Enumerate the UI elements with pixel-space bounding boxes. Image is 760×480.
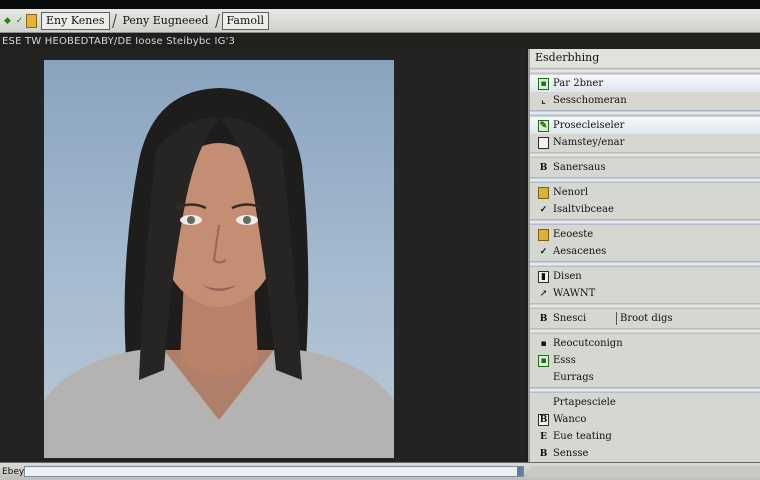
panel-divider <box>530 328 760 334</box>
tab-2[interactable]: Famoll <box>221 11 270 30</box>
top-strip <box>0 0 760 9</box>
panel-divider <box>530 68 760 74</box>
layers-panel: Esderbhing ▪ Par 2bner ⌞ Sesschomeran ✎ Pro… <box>528 49 760 462</box>
panel-row[interactable]: ▪ Reocutconign <box>530 335 760 352</box>
row-label: Sensse <box>553 448 589 459</box>
layer-icon: B <box>538 413 549 426</box>
row-label: Namstey/enar <box>553 137 625 148</box>
panel-row[interactable]: Eurrags <box>530 369 760 386</box>
panel-row[interactable]: ▪ Esss <box>530 352 760 369</box>
folder-icon: ▮ <box>538 270 549 283</box>
layer-icon <box>538 186 549 199</box>
panel-row[interactable]: B Snesci Broot digs <box>530 310 760 327</box>
layer-icon <box>538 397 549 409</box>
panel-row[interactable]: ⌞ Sesschomeran <box>530 92 760 109</box>
row-label: Reocutconign <box>553 338 623 349</box>
layer-icon: ▪ <box>538 354 549 367</box>
layer-icon <box>538 372 549 384</box>
check-icon: ✓ <box>539 204 548 215</box>
tab-2-label: Famoll <box>226 14 265 27</box>
tab-0[interactable]: Eny Kenes <box>41 11 110 30</box>
panel-row[interactable]: E Eue teating <box>530 428 760 445</box>
layer-icon <box>538 228 549 241</box>
panel-divider <box>530 387 760 393</box>
layer-icon: ▪ <box>540 338 547 349</box>
row-label: Sesschomeran <box>553 95 627 106</box>
row-label: WAWNT <box>553 288 596 299</box>
status-text: Ebey <box>2 466 25 477</box>
tab-divider <box>111 13 117 28</box>
portrait-illustration <box>44 88 394 458</box>
panel-row[interactable]: Eeoeste <box>530 226 760 243</box>
row-label: Eurrags <box>553 372 594 383</box>
panel-divider <box>530 303 760 309</box>
layer-icon: B <box>539 313 548 324</box>
tool-icon: ⌞ <box>541 95 546 106</box>
app-icons: ◆ ✓ <box>2 12 37 30</box>
row-label: Prtapesciele <box>553 397 616 408</box>
panel-divider <box>530 110 760 116</box>
panel-row[interactable]: ▮ Disen <box>530 268 760 285</box>
validate-icon[interactable]: ✓ <box>14 14 25 28</box>
panel-divider <box>530 261 760 267</box>
row-label: Prosecleiseler <box>553 120 625 131</box>
tab-divider <box>214 13 220 28</box>
tab-1[interactable]: Peny Eugneeed <box>119 12 213 30</box>
portrait-photo[interactable] <box>44 60 394 458</box>
row-label: Isaltvibceae <box>553 204 614 215</box>
panel-row[interactable]: ↗ WAWNT <box>530 285 760 302</box>
panel-divider <box>530 152 760 158</box>
image-editor-window: ◆ ✓ Eny Kenes Peny Eugneeed Famoll ESE T… <box>0 0 760 480</box>
panel-row[interactable]: B Sanersaus <box>530 159 760 176</box>
layer-icon: B <box>539 448 548 459</box>
panel-row[interactable]: Namstey/enar <box>530 134 760 151</box>
row-label: Snesci <box>553 313 587 324</box>
arrow-icon: ↗ <box>539 288 548 299</box>
panel-row[interactable]: Prtapesciele <box>530 394 760 411</box>
row-label: Nenorl <box>553 187 589 198</box>
layer-icon: ▪ <box>538 77 549 90</box>
layer-icon: E <box>540 431 547 442</box>
row-label: Eue teating <box>553 431 612 442</box>
row-label: Disen <box>553 271 582 282</box>
row-label: Wanco <box>553 414 587 425</box>
row-label: Par 2bner <box>553 78 604 89</box>
panel-divider <box>530 177 760 183</box>
row-label: Eeoeste <box>553 229 594 240</box>
image-viewer[interactable] <box>0 49 526 462</box>
tab-1-label: Peny Eugneeed <box>122 14 209 27</box>
horizontal-scrollbar[interactable] <box>24 466 524 477</box>
panel-divider <box>530 219 760 225</box>
tab-0-label: Eny Kenes <box>46 14 105 27</box>
layer-icon: B <box>539 162 548 173</box>
row-label: Sanersaus <box>553 162 606 173</box>
info-bar: ESE TW HEOBEDTABY/DE Ioose Steibybc IG'3 <box>0 34 760 49</box>
check-icon: ✓ <box>539 246 548 257</box>
brush-icon: ✎ <box>538 119 549 132</box>
panel-row[interactable]: Nenorl <box>530 184 760 201</box>
app-logo-icon[interactable]: ◆ <box>2 14 13 28</box>
row-label: Esss <box>553 355 576 366</box>
panel-title: Esderbhing <box>530 49 760 67</box>
panel-row[interactable]: B Sensse <box>530 445 760 462</box>
status-right-area <box>530 466 760 477</box>
status-bar: Ebey <box>0 462 760 480</box>
panel-row[interactable]: ✎ Prosecleiseler <box>530 117 760 134</box>
row-extra: Broot digs <box>616 312 673 325</box>
row-label: Aesacenes <box>553 246 607 257</box>
scrollbar-thumb[interactable] <box>517 467 523 476</box>
panel-row[interactable]: B Wanco <box>530 411 760 428</box>
panel-row[interactable]: ✓ Aesacenes <box>530 243 760 260</box>
layer-icon <box>538 136 549 149</box>
folder-icon[interactable] <box>26 13 37 28</box>
panel-row[interactable]: ✓ Isaltvibceae <box>530 201 760 218</box>
panel-row[interactable]: ▪ Par 2bner <box>530 75 760 92</box>
tab-bar: ◆ ✓ Eny Kenes Peny Eugneeed Famoll <box>0 9 760 33</box>
